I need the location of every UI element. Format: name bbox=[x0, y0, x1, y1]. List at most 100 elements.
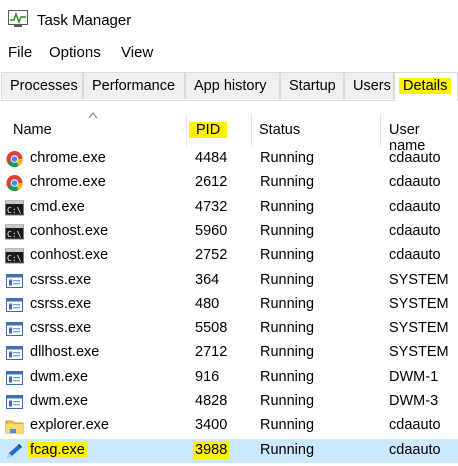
menu-view[interactable]: View bbox=[121, 44, 153, 61]
process-name: csrss.exe bbox=[30, 320, 92, 337]
chrome-icon bbox=[6, 151, 23, 168]
table-row[interactable]: explorer.exe 3400 Running cdaauto bbox=[0, 414, 458, 438]
table-row[interactable]: C:\ conhost.exe 2752 Running cdaauto bbox=[0, 244, 458, 268]
process-pid-highlight: 3988 bbox=[193, 440, 230, 459]
process-user: cdaauto bbox=[389, 247, 441, 264]
process-status: Running bbox=[260, 198, 315, 215]
tab-label: Startup bbox=[289, 78, 336, 94]
console-icon: C:\ bbox=[5, 224, 24, 240]
tab-app-history[interactable]: App history bbox=[185, 72, 280, 99]
process-pid: 480 bbox=[195, 295, 220, 312]
process-user: DWM-3 bbox=[389, 393, 439, 409]
process-pid: 916 bbox=[195, 368, 220, 385]
tab-users[interactable]: Users bbox=[344, 72, 394, 99]
process-name: cmd.exe bbox=[30, 198, 85, 215]
chrome-icon bbox=[6, 175, 23, 192]
system-process-icon bbox=[6, 346, 23, 361]
title-bar: Task Manager bbox=[0, 0, 458, 40]
table-row[interactable]: csrss.exe 480 Running SYSTEM bbox=[0, 293, 458, 317]
process-status: Running bbox=[260, 393, 315, 409]
process-status: Running bbox=[260, 247, 315, 264]
table-row[interactable]: chrome.exe 4484 Running cdaauto bbox=[0, 147, 458, 171]
table-row[interactable]: csrss.exe 364 Running SYSTEM bbox=[0, 269, 458, 293]
tab-label: Processes bbox=[10, 78, 78, 94]
tab-details[interactable]: Details bbox=[394, 72, 458, 101]
tab-startup[interactable]: Startup bbox=[280, 72, 344, 99]
process-user: SYSTEM bbox=[389, 344, 449, 361]
system-process-icon bbox=[6, 395, 23, 409]
process-name: csrss.exe bbox=[30, 295, 92, 312]
tab-label: Details bbox=[399, 78, 452, 94]
column-header-status[interactable]: Status bbox=[259, 122, 300, 138]
column-divider[interactable] bbox=[380, 114, 381, 146]
process-pid: 4828 bbox=[195, 393, 228, 409]
table-row[interactable]: dwm.exe 4828 Running DWM-3 bbox=[0, 390, 458, 414]
process-status: Running bbox=[260, 222, 315, 239]
process-status: Running bbox=[260, 174, 315, 191]
svg-text:C:\: C:\ bbox=[7, 206, 22, 215]
process-user: cdaauto bbox=[389, 441, 441, 458]
task-manager-icon bbox=[8, 10, 28, 27]
process-pid: 3400 bbox=[195, 417, 228, 434]
process-name: chrome.exe bbox=[30, 150, 106, 166]
console-icon: C:\ bbox=[5, 200, 24, 216]
system-process-icon bbox=[6, 322, 23, 337]
table-row[interactable]: csrss.exe 5508 Running SYSTEM bbox=[0, 317, 458, 341]
table-row[interactable]: dllhost.exe 2712 Running SYSTEM bbox=[0, 341, 458, 365]
process-user: cdaauto bbox=[389, 150, 441, 166]
process-name-highlight: fcag.exe bbox=[28, 441, 87, 458]
process-name: dllhost.exe bbox=[30, 344, 100, 361]
table-row[interactable]: chrome.exe 2612 Running cdaauto bbox=[0, 171, 458, 195]
menu-file[interactable]: File bbox=[8, 44, 32, 61]
process-status: Running bbox=[260, 441, 315, 458]
process-user: cdaauto bbox=[389, 417, 441, 434]
process-status: Running bbox=[260, 150, 315, 166]
process-status: Running bbox=[260, 295, 315, 312]
system-process-icon bbox=[6, 370, 23, 385]
table-row[interactable]: dwm.exe 916 Running DWM-1 bbox=[0, 366, 458, 390]
process-pid: 364 bbox=[195, 271, 220, 288]
process-user: cdaauto bbox=[389, 222, 441, 239]
tab-performance[interactable]: Performance bbox=[83, 72, 185, 99]
process-pid: 4484 bbox=[195, 150, 228, 166]
process-user: SYSTEM bbox=[389, 320, 449, 337]
process-name: conhost.exe bbox=[30, 247, 109, 264]
process-pid: 3988 bbox=[193, 440, 230, 459]
column-header-pid[interactable]: PID bbox=[189, 122, 228, 138]
process-user: SYSTEM bbox=[389, 295, 449, 312]
system-process-icon bbox=[6, 273, 23, 288]
process-status: Running bbox=[260, 344, 315, 361]
console-icon: C:\ bbox=[5, 248, 24, 264]
tab-label: Performance bbox=[92, 78, 176, 94]
svg-text:C:\: C:\ bbox=[7, 254, 22, 263]
process-user: cdaauto bbox=[389, 198, 441, 215]
column-header-name[interactable]: Name bbox=[13, 122, 52, 138]
process-status: Running bbox=[260, 417, 315, 434]
window-title: Task Manager bbox=[37, 12, 132, 29]
process-name: csrss.exe bbox=[30, 271, 92, 288]
table-row[interactable]: fcag.exe 3988 Running cdaauto bbox=[0, 438, 458, 463]
svg-text:C:\: C:\ bbox=[7, 230, 22, 239]
process-user: cdaauto bbox=[389, 174, 441, 191]
process-name: chrome.exe bbox=[30, 174, 106, 191]
process-pid: 5960 bbox=[195, 222, 228, 239]
column-header-row: Name PID Status User name bbox=[0, 112, 458, 154]
process-name: dwm.exe bbox=[30, 393, 89, 409]
pen-icon bbox=[7, 443, 22, 458]
sort-ascending-icon bbox=[88, 112, 98, 119]
table-row[interactable]: C:\ cmd.exe 4732 Running cdaauto bbox=[0, 196, 458, 220]
tab-processes[interactable]: Processes bbox=[1, 72, 83, 99]
process-user: DWM-1 bbox=[389, 368, 439, 385]
process-pid: 2612 bbox=[195, 174, 228, 191]
menu-options[interactable]: Options bbox=[49, 44, 101, 61]
process-status: Running bbox=[260, 368, 315, 385]
tab-strip: Processes Performance App history Startu… bbox=[0, 72, 458, 101]
process-pid: 2712 bbox=[195, 344, 228, 361]
column-divider[interactable] bbox=[251, 114, 252, 146]
menu-bar: File Options View bbox=[0, 42, 458, 66]
process-pid: 5508 bbox=[195, 320, 228, 337]
table-row[interactable]: C:\ conhost.exe 5960 Running cdaauto bbox=[0, 220, 458, 244]
tab-label: App history bbox=[194, 78, 267, 94]
column-divider[interactable] bbox=[186, 114, 187, 146]
process-pid: 2752 bbox=[195, 247, 228, 264]
